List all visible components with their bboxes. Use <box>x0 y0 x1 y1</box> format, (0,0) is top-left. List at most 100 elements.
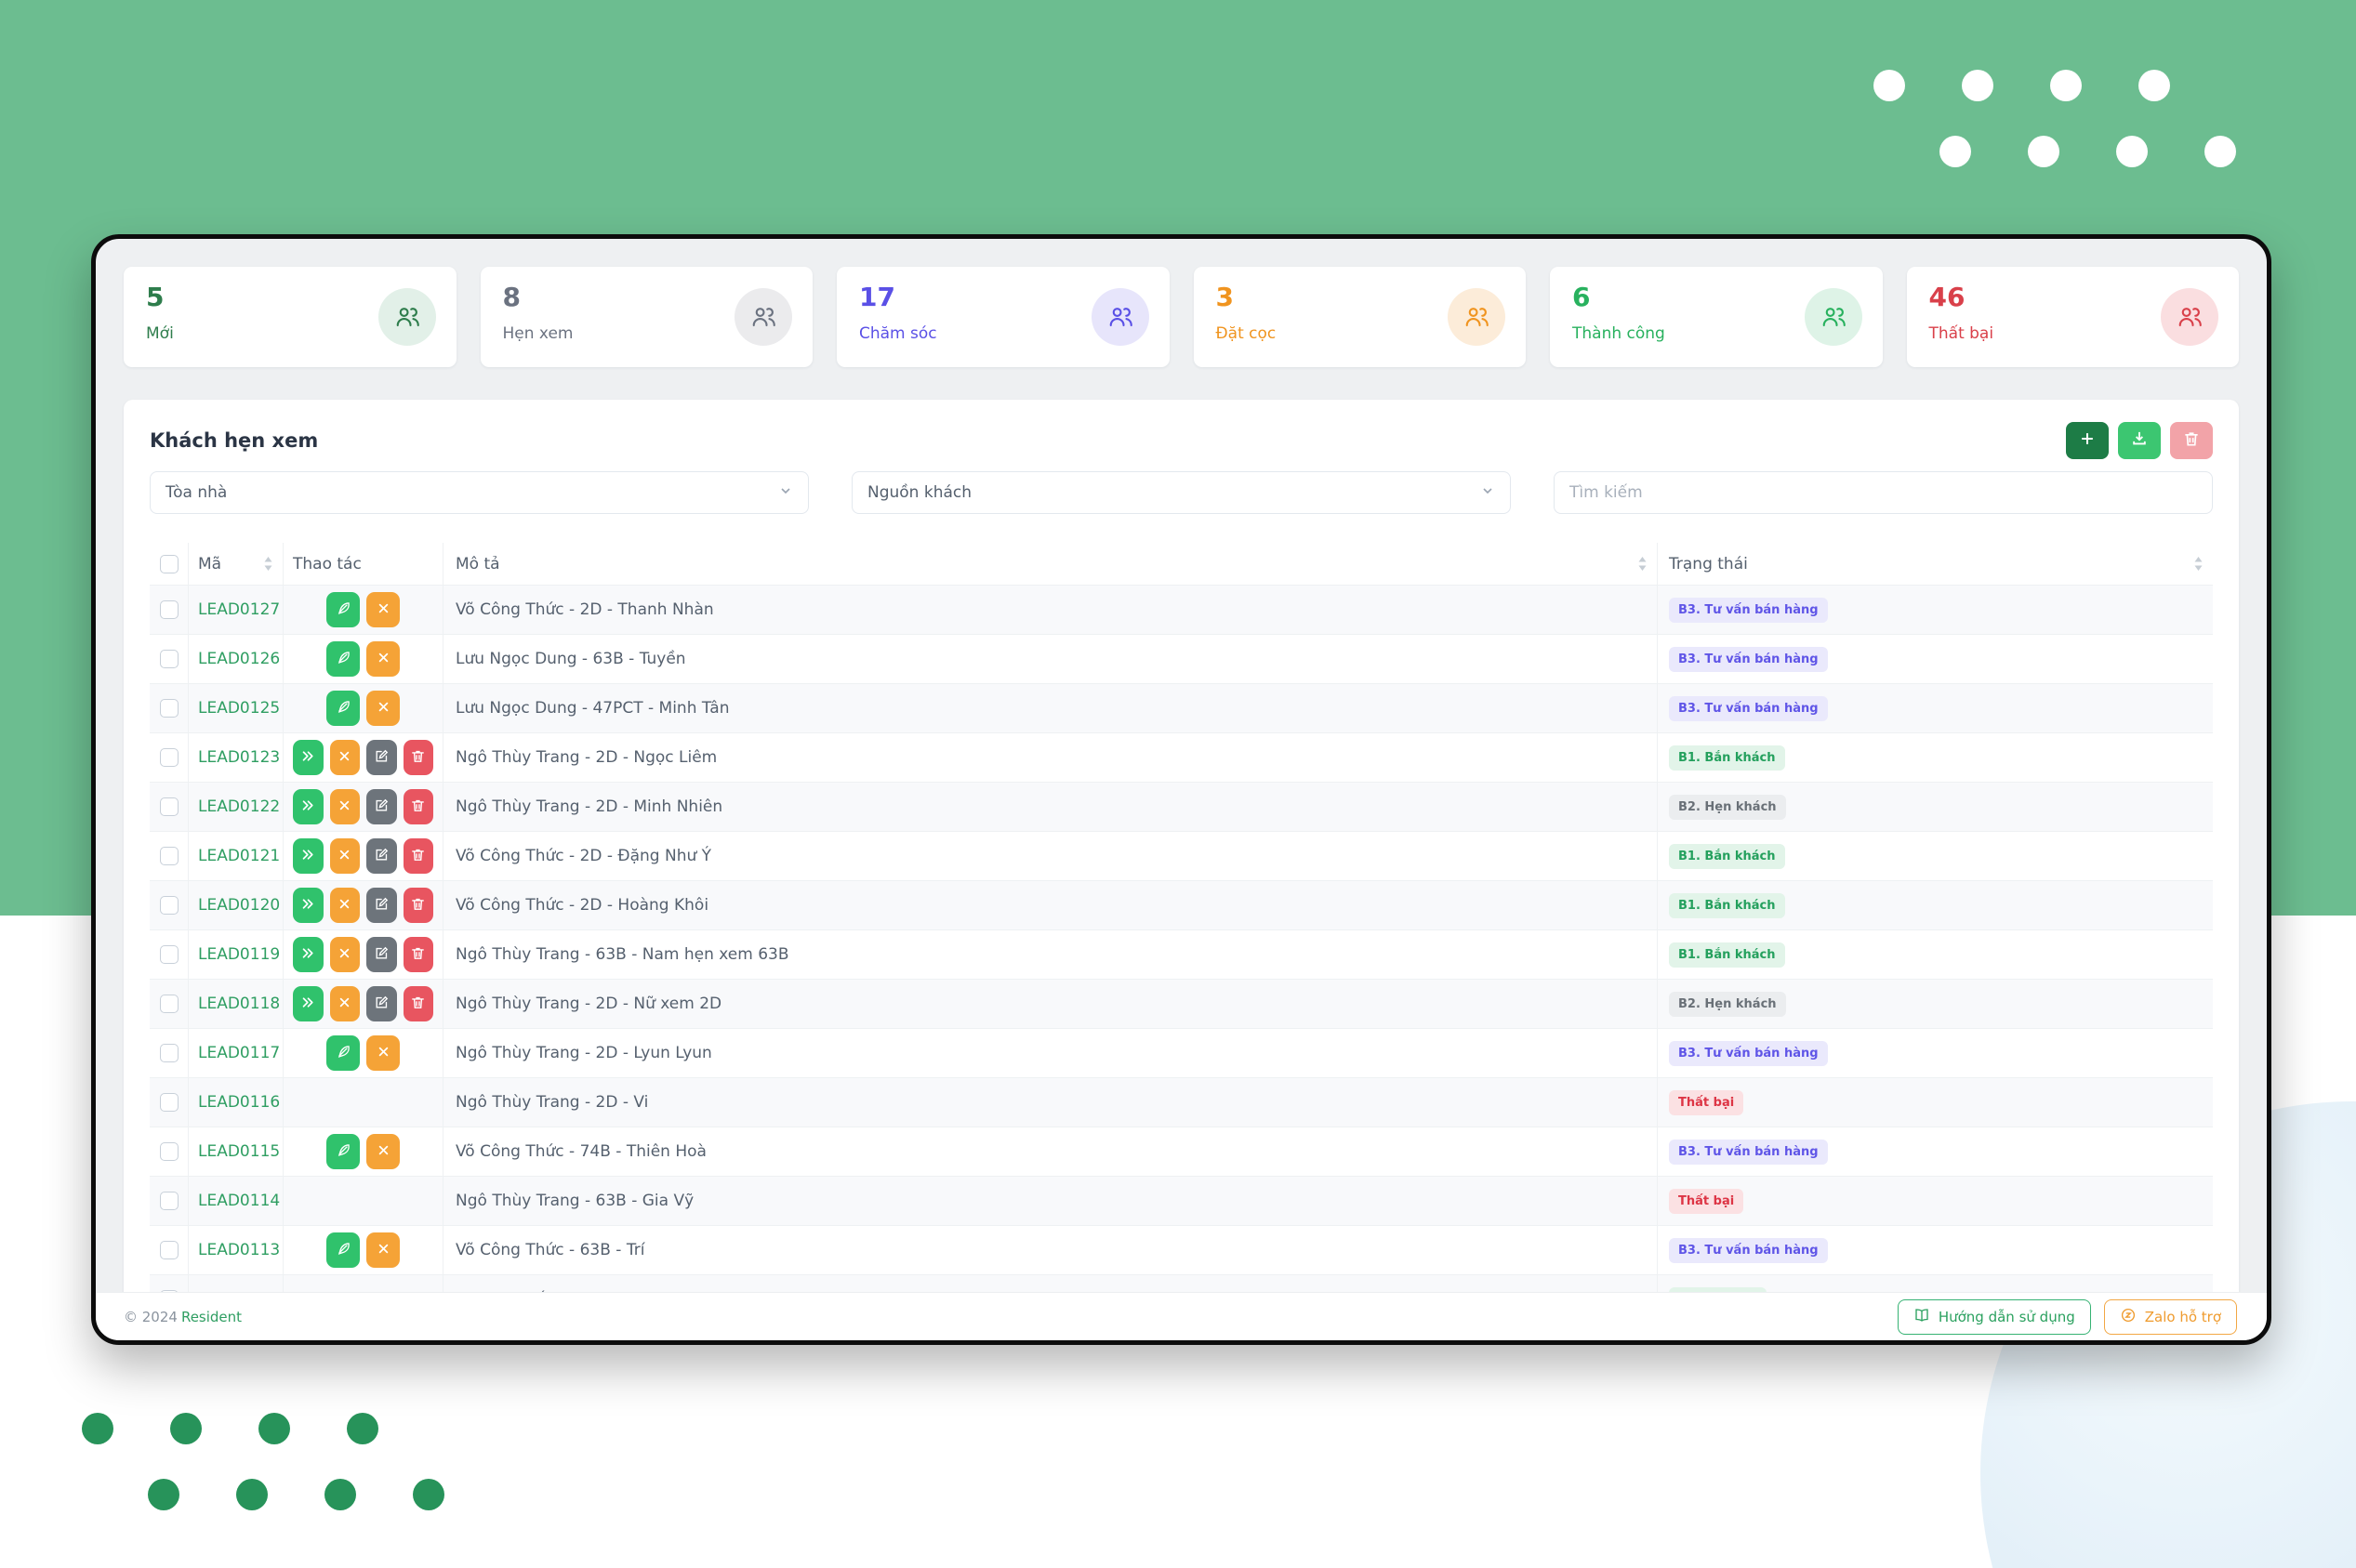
bulk-delete-button[interactable] <box>2170 422 2213 459</box>
lead-code-link[interactable]: LEAD0113 <box>198 1241 280 1259</box>
cancel-button[interactable] <box>330 937 361 972</box>
cancel-button[interactable] <box>330 789 361 824</box>
delete-button[interactable] <box>404 789 434 824</box>
forward-button[interactable] <box>293 789 324 824</box>
lead-code-link[interactable]: LEAD0118 <box>198 995 280 1013</box>
row-checkbox[interactable] <box>160 1192 179 1210</box>
edit-button[interactable] <box>366 937 397 972</box>
cancel-button[interactable] <box>366 1232 400 1268</box>
delete-button[interactable] <box>404 888 434 923</box>
source-select[interactable]: Nguồn khách <box>852 471 1511 514</box>
cancel-button[interactable] <box>366 1134 400 1169</box>
people-icon <box>735 288 792 346</box>
edit-button[interactable] <box>366 789 397 824</box>
status-badge: B3. Tư vấn bán hàng <box>1669 647 1828 672</box>
note-button[interactable] <box>326 691 360 726</box>
note-button[interactable] <box>326 1232 360 1268</box>
search-input[interactable] <box>1554 471 2213 514</box>
forward-button[interactable] <box>293 740 324 775</box>
note-button[interactable] <box>326 1134 360 1169</box>
lead-code-link[interactable]: LEAD0122 <box>198 797 280 816</box>
cancel-button[interactable] <box>366 691 400 726</box>
row-checkbox[interactable] <box>160 945 179 964</box>
edit-button[interactable] <box>366 888 397 923</box>
delete-button[interactable] <box>404 838 434 874</box>
row-checkbox[interactable] <box>160 1241 179 1259</box>
lead-code-link[interactable]: LEAD0116 <box>198 1093 280 1112</box>
download-icon <box>2130 429 2149 452</box>
row-checkbox[interactable] <box>160 1142 179 1161</box>
edit-button[interactable] <box>366 740 397 775</box>
edit-button[interactable] <box>366 986 397 1021</box>
row-checkbox[interactable] <box>160 995 179 1013</box>
cancel-button[interactable] <box>366 641 400 677</box>
lead-code-link[interactable]: LEAD0115 <box>198 1142 280 1161</box>
lead-code-link[interactable]: LEAD0127 <box>198 600 280 619</box>
zalo-button[interactable]: Zalo hỗ trợ <box>2104 1299 2237 1335</box>
lead-code-link[interactable]: LEAD0121 <box>198 847 280 865</box>
cancel-button[interactable] <box>330 986 361 1021</box>
lead-code-link[interactable]: LEAD0120 <box>198 896 280 915</box>
column-header-code[interactable]: Mã <box>198 555 221 573</box>
row-checkbox[interactable] <box>160 600 179 619</box>
forward-button[interactable] <box>293 888 324 923</box>
zalo-icon <box>2120 1307 2137 1327</box>
delete-button[interactable] <box>404 986 434 1021</box>
delete-button[interactable] <box>404 937 434 972</box>
edit-button[interactable] <box>366 838 397 874</box>
row-actions <box>284 733 443 782</box>
select-all-checkbox[interactable] <box>160 555 179 573</box>
fast-forward-icon <box>300 797 316 817</box>
cancel-button[interactable] <box>330 888 361 923</box>
export-button[interactable] <box>2118 422 2161 459</box>
row-actions <box>284 1177 443 1225</box>
status-badge: B3. Tư vấn bán hàng <box>1669 696 1828 721</box>
lead-code-link[interactable]: LEAD0117 <box>198 1044 280 1062</box>
guide-button[interactable]: Hướng dẫn sử dụng <box>1898 1299 2091 1335</box>
cancel-button[interactable] <box>366 1035 400 1071</box>
lead-code-link[interactable]: LEAD0114 <box>198 1192 280 1210</box>
note-button[interactable] <box>326 592 360 627</box>
x-icon <box>376 699 391 718</box>
row-checkbox[interactable] <box>160 650 179 668</box>
delete-button[interactable] <box>404 740 434 775</box>
row-checkbox[interactable] <box>160 748 179 767</box>
sort-icon[interactable] <box>263 557 273 571</box>
forward-button[interactable] <box>293 838 324 874</box>
note-button[interactable] <box>326 641 360 677</box>
lead-code-link[interactable]: LEAD0123 <box>198 748 280 767</box>
add-button[interactable] <box>2066 422 2109 459</box>
brand-link[interactable]: Resident <box>181 1309 242 1325</box>
column-header-status[interactable]: Trạng thái <box>1669 555 1748 573</box>
forward-button[interactable] <box>293 937 324 972</box>
app-footer: © 2024Resident Hướng dẫn sử dụng Zalo hỗ… <box>96 1292 2267 1340</box>
row-checkbox[interactable] <box>160 896 179 915</box>
lead-code-link[interactable]: LEAD0126 <box>198 650 280 668</box>
feather-icon <box>336 1241 351 1260</box>
fast-forward-icon <box>300 995 316 1014</box>
table-row: LEAD0116Ngô Thùy Trang - 2D - ViThất bại <box>150 1078 2213 1127</box>
stat-card: 6Thành công <box>1550 267 1883 367</box>
row-checkbox[interactable] <box>160 1093 179 1112</box>
pencil-square-icon <box>374 995 390 1014</box>
cancel-button[interactable] <box>330 838 361 874</box>
row-checkbox[interactable] <box>160 699 179 718</box>
table-row: LEAD0114Ngô Thùy Trang - 63B - Gia VỹThấ… <box>150 1177 2213 1226</box>
feather-icon <box>336 1142 351 1162</box>
note-button[interactable] <box>326 1035 360 1071</box>
row-checkbox[interactable] <box>160 1044 179 1062</box>
row-checkbox[interactable] <box>160 797 179 816</box>
cancel-button[interactable] <box>330 740 361 775</box>
row-checkbox[interactable] <box>160 847 179 865</box>
forward-button[interactable] <box>293 986 324 1021</box>
sort-icon[interactable] <box>2193 557 2204 571</box>
lead-code-link[interactable]: LEAD0125 <box>198 699 280 718</box>
lead-code-link[interactable]: LEAD0119 <box>198 945 280 964</box>
cancel-button[interactable] <box>366 592 400 627</box>
pencil-square-icon <box>374 748 390 768</box>
column-header-description[interactable]: Mô tả <box>456 555 500 573</box>
status-badge: B2. Hẹn khách <box>1669 795 1786 820</box>
status-badge: B3. Tư vấn bán hàng <box>1669 1238 1828 1263</box>
sort-icon[interactable] <box>1637 557 1648 571</box>
building-select[interactable]: Tòa nhà <box>150 471 809 514</box>
